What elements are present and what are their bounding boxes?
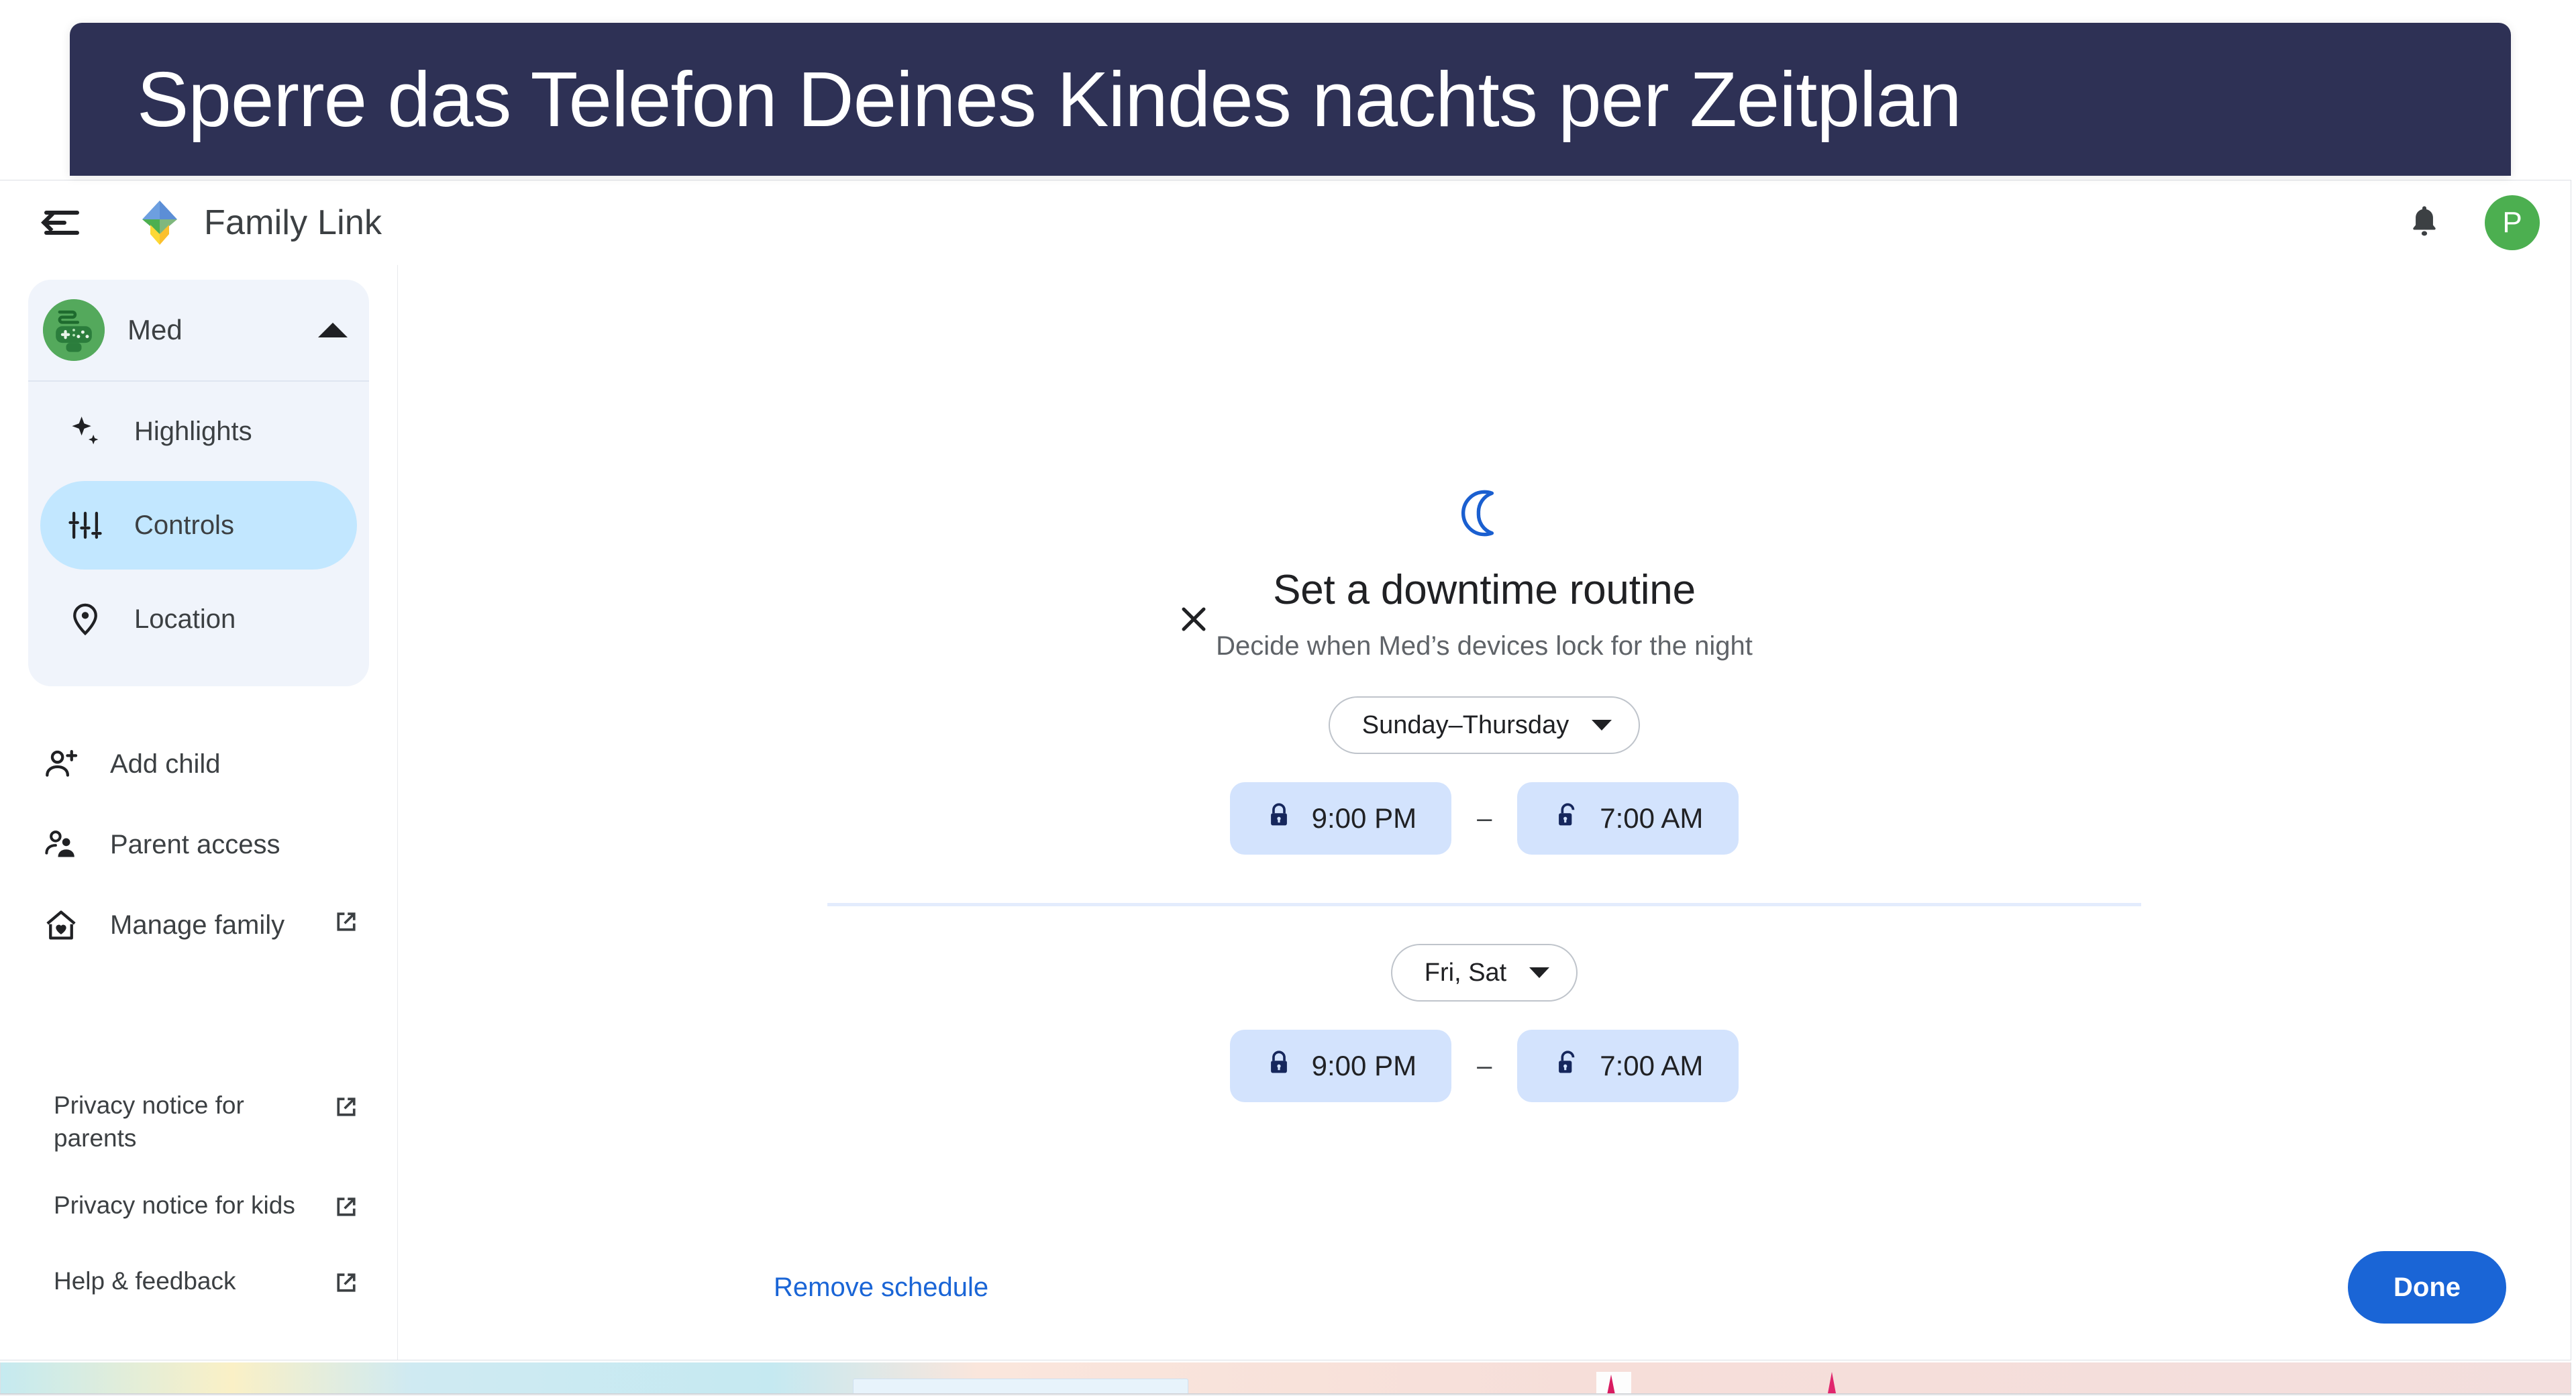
promo-banner: Sperre das Telefon Deines Kindes nachts … [70,23,2511,176]
location-pin-icon [64,601,106,637]
sidebar-item-add-child[interactable]: Add child [0,724,397,804]
done-button[interactable]: Done [2348,1251,2506,1324]
lock-open-icon [1553,801,1581,836]
brand[interactable]: Family Link [138,199,382,246]
game-controller-avatar-icon [43,299,105,361]
bell-icon [2407,204,2442,241]
account-avatar[interactable]: P [2485,195,2540,250]
footer-link-label: Help & feedback [54,1267,236,1295]
footer-link-label: Privacy notice for kids [54,1191,295,1220]
open-in-new-icon [331,1089,361,1130]
bedtime-start-chip-2[interactable]: 9:00 PM [1229,1030,1452,1102]
open-in-new-icon [331,1189,361,1230]
footer-link-privacy-kids[interactable]: Privacy notice for kids [0,1172,397,1248]
sparkle-icon [64,413,106,449]
day-range-label: Fri, Sat [1424,958,1507,987]
person-add-icon [40,746,82,782]
open-in-new-icon [331,1265,361,1306]
lock-closed-icon [1265,801,1293,836]
sidebar-divider [28,380,369,382]
account-avatar-initial: P [2502,206,2522,239]
time-range-row-2: 9:00 PM – 7:00 AM [1229,1030,1739,1102]
cutoff-thumb-b [1826,1372,1838,1393]
sidebar-item-label: Highlights [134,416,252,446]
app-window: Family Link P Med Highlights Controls Lo… [0,180,2571,1360]
dialog-title: Set a downtime routine [1273,567,1696,613]
dialog-subtitle: Decide when Med’s devices lock for the n… [1216,631,1753,661]
lock-open-icon [1553,1049,1581,1083]
child-selector[interactable]: Med [28,280,369,380]
chevron-down-icon [1592,720,1612,731]
bedtime-end-time: 7:00 AM [1600,1050,1704,1081]
menu-collapse-icon [41,209,79,236]
child-name: Med [127,314,183,345]
notifications-button[interactable] [2393,192,2455,254]
promo-banner-text: Sperre das Telefon Deines Kindes nachts … [137,56,1962,143]
bedtime-start-chip-1[interactable]: 9:00 PM [1229,782,1452,855]
caret-up-icon [318,323,348,337]
lock-closed-icon [1265,1049,1293,1083]
bedtime-end-chip-2[interactable]: 7:00 AM [1517,1030,1739,1102]
day-range-selector-2[interactable]: Fri, Sat [1390,944,1578,1002]
time-range-separator: – [1477,1051,1492,1081]
sidebar-item-parent-access[interactable]: Parent access [0,804,397,885]
footer-link-privacy-parents[interactable]: Privacy notice for parents [0,1072,397,1173]
sidebar-links: Add child Parent access Manage family [0,724,397,965]
schedule-divider [827,903,2141,906]
sidebar: Med Highlights Controls Location Add chi… [0,265,397,1360]
menu-collapse-button[interactable] [31,192,93,254]
day-range-label: Sunday–Thursday [1361,710,1569,739]
main-content: Set a downtime routine Decide when Med’s… [397,265,2571,1360]
sidebar-footer: Privacy notice for parents Privacy notic… [0,1072,397,1360]
day-range-selector-1[interactable]: Sunday–Thursday [1328,696,1641,754]
sidebar-item-manage-family[interactable]: Manage family [0,885,397,965]
sidebar-item-label: Manage family [110,910,285,940]
sidebar-item-label: Parent access [110,829,280,859]
time-range-row-1: 9:00 PM – 7:00 AM [1229,782,1739,855]
app-bar-actions: P [2393,192,2540,254]
sidebar-item-label: Add child [110,749,221,779]
crescent-moon-icon [1459,488,1510,542]
downtime-routine-dialog: Set a downtime routine Decide when Med’s… [398,488,2571,1102]
app-body: Med Highlights Controls Location Add chi… [0,265,2571,1360]
open-in-new-icon [331,907,361,943]
sidebar-item-highlights[interactable]: Highlights [40,387,357,476]
bedtime-end-time: 7:00 AM [1600,802,1704,834]
child-nav-panel: Med Highlights Controls Location [28,280,369,686]
page-shadow [0,1393,2571,1396]
time-range-separator: – [1477,803,1492,833]
page-bottom-cutoff-strip [0,1362,2571,1393]
app-bar: Family Link P [0,180,2571,265]
sidebar-item-label: Location [134,604,236,634]
cutoff-card [853,1379,1188,1393]
supervisor-account-icon [40,826,82,863]
dialog-actions: Remove schedule Done [774,1251,2506,1324]
cutoff-thumb-a [1596,1372,1631,1393]
family-link-logo-icon [138,199,181,246]
sidebar-item-controls[interactable]: Controls [40,481,357,570]
home-heart-icon [40,907,82,943]
sidebar-item-location[interactable]: Location [40,575,357,663]
bedtime-start-time: 9:00 PM [1311,1050,1417,1081]
footer-link-label: Privacy notice for parents [54,1091,244,1152]
sidebar-item-label: Controls [134,510,234,540]
app-title: Family Link [204,203,382,242]
bedtime-end-chip-1[interactable]: 7:00 AM [1517,782,1739,855]
bedtime-start-time: 9:00 PM [1311,802,1417,834]
tune-sliders-icon [64,507,106,543]
remove-schedule-link[interactable]: Remove schedule [774,1273,988,1303]
footer-link-help-feedback[interactable]: Help & feedback [0,1248,397,1324]
chevron-down-icon [1529,967,1550,978]
